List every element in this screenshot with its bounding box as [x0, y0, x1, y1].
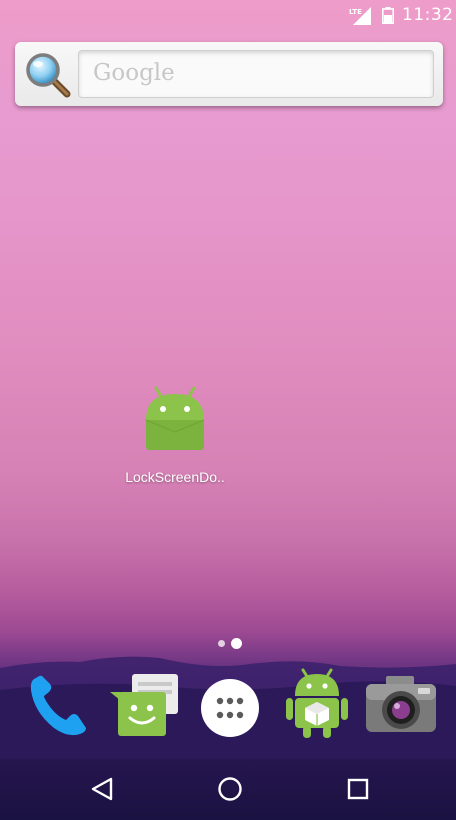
home-screen: LTE 11:32 Google LockScreenDo..	[0, 0, 456, 820]
home-circle-icon[interactable]	[213, 772, 247, 806]
app-drawer-icon[interactable]	[198, 676, 262, 740]
battery-icon	[382, 7, 394, 24]
recents-square-icon[interactable]	[341, 772, 375, 806]
search-placeholder: Google	[93, 60, 175, 86]
page-dot-2-active[interactable]	[231, 638, 242, 649]
back-triangle-icon[interactable]	[85, 772, 119, 806]
svg-text:LTE: LTE	[349, 8, 362, 16]
page-indicator	[218, 637, 244, 649]
status-time: 11:32	[402, 5, 454, 25]
google-search-widget[interactable]: Google	[15, 42, 443, 106]
page-dot-1[interactable]	[218, 640, 225, 647]
lte-signal-icon: LTE	[349, 7, 371, 25]
search-input[interactable]: Google	[78, 50, 434, 98]
app-shortcut-label: LockScreenDo..	[125, 469, 225, 485]
camera-icon[interactable]	[364, 674, 438, 736]
messenger-icon[interactable]	[108, 670, 182, 740]
status-bar: LTE 11:32	[0, 0, 456, 30]
navigation-bar	[0, 758, 456, 820]
android-app-icon	[145, 386, 205, 450]
app-shortcut-lockscreen[interactable]: LockScreenDo..	[116, 384, 234, 494]
magnifier-search-icon[interactable]	[23, 50, 73, 100]
android-store-icon[interactable]	[283, 666, 351, 740]
phone-icon[interactable]	[26, 672, 92, 738]
